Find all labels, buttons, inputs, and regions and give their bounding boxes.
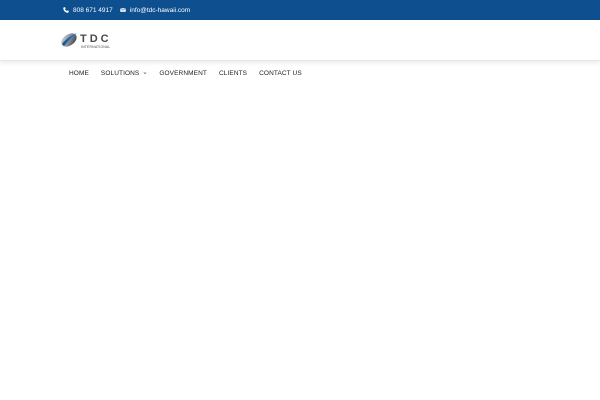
top-contact-bar: 808 671 4917 info@tdc-hawaii.com [0, 0, 600, 20]
tdc-swoosh-logo-icon: TDC INTERNATIONAL [61, 33, 112, 49]
logo-tagline: INTERNATIONAL [81, 45, 110, 49]
phone-icon [63, 7, 69, 13]
phone-number: 808 671 4917 [73, 6, 113, 14]
nav-item-label: CONTACT US [259, 69, 302, 77]
email-contact[interactable]: info@tdc-hawaii.com [119, 6, 191, 14]
nav-item-solutions[interactable]: SOLUTIONS [101, 70, 147, 77]
nav-item-contact-us[interactable]: CONTACT US [259, 70, 302, 77]
email-address: info@tdc-hawaii.com [129, 6, 191, 14]
nav-item-label: SOLUTIONS [100, 69, 140, 77]
envelope-icon [119, 7, 126, 13]
nav-item-label: HOME [69, 69, 89, 77]
main-content-area [0, 86, 600, 400]
site-header: TDC INTERNATIONAL [0, 20, 600, 61]
page: 808 671 4917 info@tdc-hawaii.com TDC INT… [0, 0, 600, 400]
nav-item-home[interactable]: HOME [69, 70, 89, 77]
nav-item-label: GOVERNMENT [159, 69, 207, 77]
nav-item-label: CLIENTS [218, 69, 248, 77]
nav-item-government[interactable]: GOVERNMENT [159, 70, 207, 77]
logo-brand: TDC [80, 33, 112, 45]
chevron-down-icon [143, 71, 147, 75]
tdc-logo[interactable]: TDC INTERNATIONAL [60, 30, 118, 50]
nav-item-clients[interactable]: CLIENTS [219, 70, 247, 77]
main-navigation: HOME SOLUTIONS GOVERNMENT CLIENTS CONTAC… [0, 62, 600, 84]
phone-contact[interactable]: 808 671 4917 [63, 7, 113, 14]
